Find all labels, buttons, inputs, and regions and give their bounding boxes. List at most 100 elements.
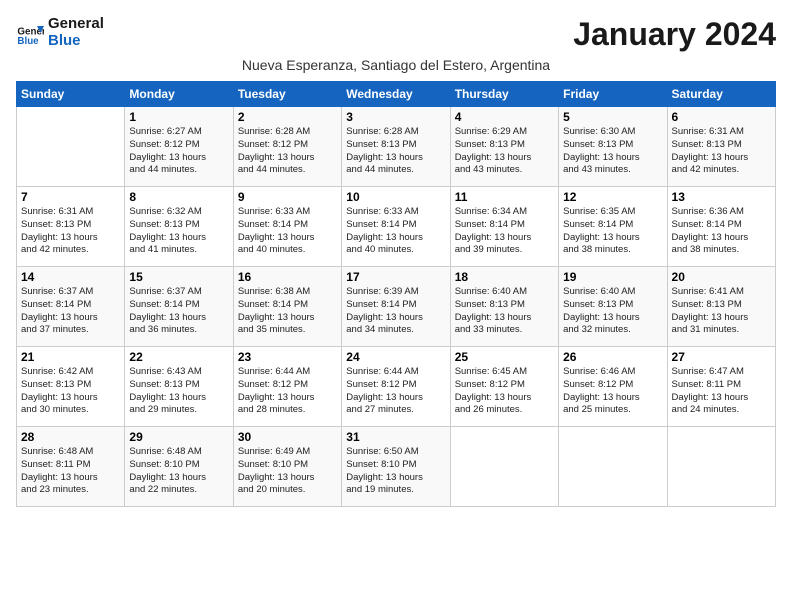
calendar-cell: 29Sunrise: 6:48 AMSunset: 8:10 PMDayligh…	[125, 427, 233, 507]
header-monday: Monday	[125, 82, 233, 107]
calendar-cell: 23 Sunrise: 6:44 AMSunset: 8:12 PMDayligh…	[233, 347, 341, 427]
day-number: 6	[672, 110, 771, 124]
day-info: Sunrise: 6:40 AMSunset: 8:13 PMDaylight:…	[563, 286, 662, 337]
day-info: Sunrise: 6:30 AMSunset: 8:13 PMDaylight:…	[563, 126, 662, 177]
calendar-subtitle: Nueva Esperanza, Santiago del Estero, Ar…	[16, 57, 776, 73]
day-number: 22	[129, 350, 228, 364]
week-row-2: 7Sunrise: 6:31 AMSunset: 8:13 PMDaylight…	[17, 187, 776, 267]
day-number: 21	[21, 350, 120, 364]
day-info: Sunrise: 6:45 AMSunset: 8:12 PMDaylight:…	[455, 366, 554, 417]
day-info: Sunrise: 6:42 AMSunset: 8:13 PMDaylight:…	[21, 366, 120, 417]
day-info: Sunrise: 6:40 AMSunset: 8:13 PMDaylight:…	[455, 286, 554, 337]
calendar-cell: 15Sunrise: 6:37 AMSunset: 8:14 PMDayligh…	[125, 267, 233, 347]
logo-text-line1: General	[48, 16, 104, 33]
day-number: 31	[346, 430, 445, 444]
day-number: 12	[563, 190, 662, 204]
calendar-cell: 5 Sunrise: 6:30 AMSunset: 8:13 PMDaylight…	[559, 107, 667, 187]
day-number: 1	[129, 110, 228, 124]
day-info: Sunrise: 6:48 AMSunset: 8:10 PMDaylight:…	[129, 446, 228, 497]
calendar-cell: 13 Sunrise: 6:36 AMSunset: 8:14 PMDayligh…	[667, 187, 775, 267]
week-row-4: 21 Sunrise: 6:42 AMSunset: 8:13 PMDayligh…	[17, 347, 776, 427]
calendar-cell	[17, 107, 125, 187]
calendar-cell: 28Sunrise: 6:48 AMSunset: 8:11 PMDayligh…	[17, 427, 125, 507]
day-number: 10	[346, 190, 445, 204]
calendar-header-row: SundayMondayTuesdayWednesdayThursdayFrid…	[17, 82, 776, 107]
header-sunday: Sunday	[17, 82, 125, 107]
day-info: Sunrise: 6:41 AMSunset: 8:13 PMDaylight:…	[672, 286, 771, 337]
calendar-cell: 3Sunrise: 6:28 AMSunset: 8:13 PMDaylight…	[342, 107, 450, 187]
day-info: Sunrise: 6:36 AMSunset: 8:14 PMDaylight:…	[672, 206, 771, 257]
day-info: Sunrise: 6:48 AMSunset: 8:11 PMDaylight:…	[21, 446, 120, 497]
calendar-cell: 25 Sunrise: 6:45 AMSunset: 8:12 PMDayligh…	[450, 347, 558, 427]
day-number: 11	[455, 190, 554, 204]
day-info: Sunrise: 6:32 AMSunset: 8:13 PMDaylight:…	[129, 206, 228, 257]
day-info: Sunrise: 6:31 AMSunset: 8:13 PMDaylight:…	[672, 126, 771, 177]
day-number: 26	[563, 350, 662, 364]
day-info: Sunrise: 6:44 AMSunset: 8:12 PMDaylight:…	[346, 366, 445, 417]
day-number: 19	[563, 270, 662, 284]
day-info: Sunrise: 6:33 AMSunset: 8:14 PMDaylight:…	[346, 206, 445, 257]
day-number: 9	[238, 190, 337, 204]
calendar-cell: 18 Sunrise: 6:40 AMSunset: 8:13 PMDayligh…	[450, 267, 558, 347]
calendar-table: SundayMondayTuesdayWednesdayThursdayFrid…	[16, 81, 776, 507]
day-info: Sunrise: 6:46 AMSunset: 8:12 PMDaylight:…	[563, 366, 662, 417]
calendar-cell: 20 Sunrise: 6:41 AMSunset: 8:13 PMDayligh…	[667, 267, 775, 347]
day-info: Sunrise: 6:47 AMSunset: 8:11 PMDaylight:…	[672, 366, 771, 417]
calendar-cell: 14 Sunrise: 6:37 AMSunset: 8:14 PMDayligh…	[17, 267, 125, 347]
day-info: Sunrise: 6:39 AMSunset: 8:14 PMDaylight:…	[346, 286, 445, 337]
calendar-cell: 10 Sunrise: 6:33 AMSunset: 8:14 PMDayligh…	[342, 187, 450, 267]
page-header: General Blue General Blue January 2024	[16, 16, 776, 53]
week-row-1: 1 Sunrise: 6:27 AMSunset: 8:12 PMDaylight…	[17, 107, 776, 187]
calendar-cell: 31 Sunrise: 6:50 AMSunset: 8:10 PMDayligh…	[342, 427, 450, 507]
day-number: 27	[672, 350, 771, 364]
day-info: Sunrise: 6:49 AMSunset: 8:10 PMDaylight:…	[238, 446, 337, 497]
calendar-cell	[450, 427, 558, 507]
calendar-cell: 21 Sunrise: 6:42 AMSunset: 8:13 PMDayligh…	[17, 347, 125, 427]
day-info: Sunrise: 6:33 AMSunset: 8:14 PMDaylight:…	[238, 206, 337, 257]
calendar-title: January 2024	[573, 16, 776, 53]
day-number: 5	[563, 110, 662, 124]
calendar-cell	[559, 427, 667, 507]
day-info: Sunrise: 6:27 AMSunset: 8:12 PMDaylight:…	[129, 126, 228, 177]
day-info: Sunrise: 6:44 AMSunset: 8:12 PMDaylight:…	[238, 366, 337, 417]
day-number: 4	[455, 110, 554, 124]
day-number: 25	[455, 350, 554, 364]
calendar-cell: 6 Sunrise: 6:31 AMSunset: 8:13 PMDaylight…	[667, 107, 775, 187]
day-info: Sunrise: 6:35 AMSunset: 8:14 PMDaylight:…	[563, 206, 662, 257]
day-number: 20	[672, 270, 771, 284]
day-info: Sunrise: 6:50 AMSunset: 8:10 PMDaylight:…	[346, 446, 445, 497]
calendar-cell: 19 Sunrise: 6:40 AMSunset: 8:13 PMDayligh…	[559, 267, 667, 347]
day-number: 23	[238, 350, 337, 364]
day-info: Sunrise: 6:37 AMSunset: 8:14 PMDaylight:…	[21, 286, 120, 337]
day-number: 16	[238, 270, 337, 284]
day-info: Sunrise: 6:34 AMSunset: 8:14 PMDaylight:…	[455, 206, 554, 257]
day-info: Sunrise: 6:29 AMSunset: 8:13 PMDaylight:…	[455, 126, 554, 177]
svg-text:Blue: Blue	[17, 36, 39, 47]
calendar-cell: 22Sunrise: 6:43 AMSunset: 8:13 PMDayligh…	[125, 347, 233, 427]
header-saturday: Saturday	[667, 82, 775, 107]
calendar-cell: 17Sunrise: 6:39 AMSunset: 8:14 PMDayligh…	[342, 267, 450, 347]
day-info: Sunrise: 6:28 AMSunset: 8:12 PMDaylight:…	[238, 126, 337, 177]
day-number: 2	[238, 110, 337, 124]
header-friday: Friday	[559, 82, 667, 107]
calendar-cell: 2 Sunrise: 6:28 AMSunset: 8:12 PMDaylight…	[233, 107, 341, 187]
day-number: 13	[672, 190, 771, 204]
week-row-3: 14 Sunrise: 6:37 AMSunset: 8:14 PMDayligh…	[17, 267, 776, 347]
day-number: 24	[346, 350, 445, 364]
calendar-cell: 8Sunrise: 6:32 AMSunset: 8:13 PMDaylight…	[125, 187, 233, 267]
calendar-cell: 7Sunrise: 6:31 AMSunset: 8:13 PMDaylight…	[17, 187, 125, 267]
title-section: January 2024	[573, 16, 776, 53]
day-info: Sunrise: 6:31 AMSunset: 8:13 PMDaylight:…	[21, 206, 120, 257]
logo-text-line2: Blue	[48, 33, 104, 50]
calendar-cell: 16 Sunrise: 6:38 AMSunset: 8:14 PMDayligh…	[233, 267, 341, 347]
calendar-cell: 1 Sunrise: 6:27 AMSunset: 8:12 PMDaylight…	[125, 107, 233, 187]
calendar-cell: 24 Sunrise: 6:44 AMSunset: 8:12 PMDayligh…	[342, 347, 450, 427]
day-info: Sunrise: 6:38 AMSunset: 8:14 PMDaylight:…	[238, 286, 337, 337]
calendar-cell: 12 Sunrise: 6:35 AMSunset: 8:14 PMDayligh…	[559, 187, 667, 267]
day-number: 14	[21, 270, 120, 284]
day-number: 18	[455, 270, 554, 284]
calendar-cell: 27 Sunrise: 6:47 AMSunset: 8:11 PMDayligh…	[667, 347, 775, 427]
logo: General Blue General Blue	[16, 16, 104, 49]
week-row-5: 28Sunrise: 6:48 AMSunset: 8:11 PMDayligh…	[17, 427, 776, 507]
calendar-cell: 11 Sunrise: 6:34 AMSunset: 8:14 PMDayligh…	[450, 187, 558, 267]
